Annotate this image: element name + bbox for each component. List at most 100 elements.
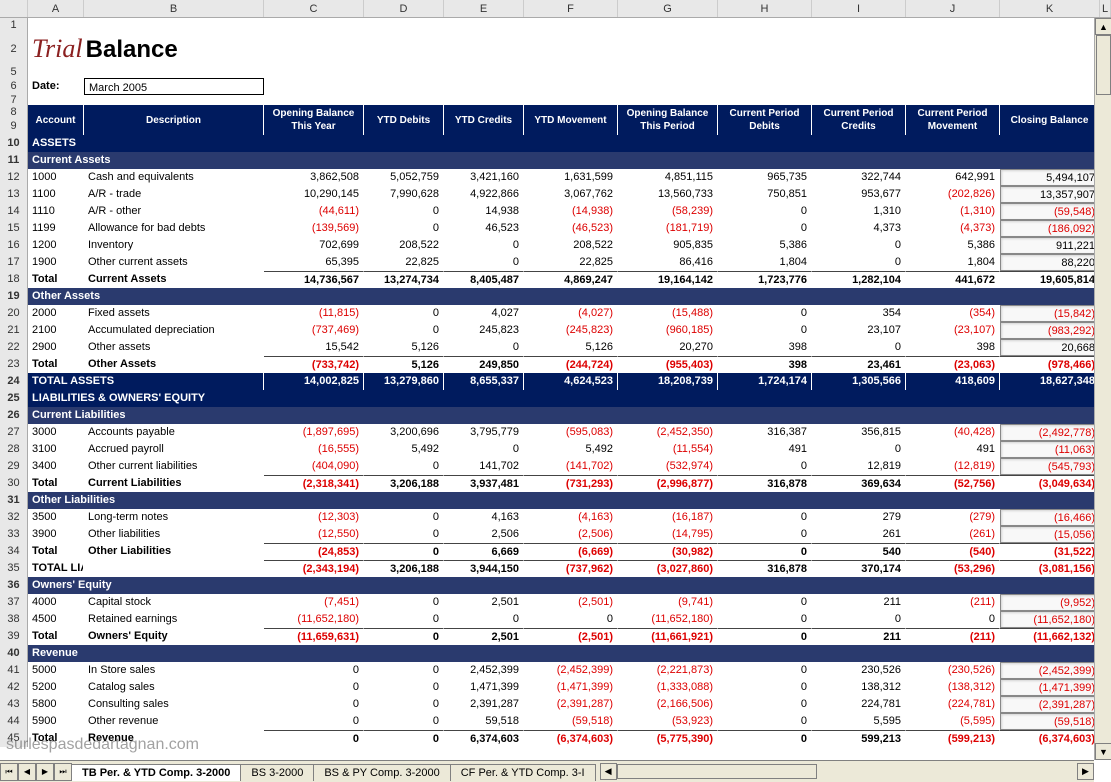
data-cell[interactable]: 1,282,104 [812,271,906,288]
data-cell[interactable]: (1,471,399) [1000,679,1100,696]
data-cell[interactable]: 0 [444,254,524,271]
data-cell[interactable]: (11,554) [618,441,718,458]
data-cell[interactable]: 702,699 [264,237,364,254]
data-cell[interactable]: 491 [906,441,1000,458]
data-cell[interactable]: 65,395 [264,254,364,271]
data-cell[interactable]: 540 [812,543,906,560]
data-cell[interactable]: 1,724,174 [718,373,812,390]
row-header[interactable]: 40 [0,645,28,662]
scroll-down-icon[interactable]: ▼ [1095,743,1111,760]
data-cell[interactable]: 0 [812,611,906,628]
data-cell[interactable]: 2,501 [444,594,524,611]
account-number[interactable]: 1200 [28,237,84,254]
data-cell[interactable]: (4,163) [524,509,618,526]
account-number[interactable]: 1110 [28,203,84,220]
account-number[interactable]: Total [28,628,84,645]
data-cell[interactable]: 0 [364,628,444,645]
data-cell[interactable]: 0 [718,696,812,713]
data-cell[interactable]: 0 [364,526,444,543]
tab-nav-prev-icon[interactable]: ◀ [18,763,36,781]
data-cell[interactable]: 398 [906,339,1000,356]
data-cell[interactable]: (211) [906,628,1000,645]
row-header[interactable]: 24 [0,373,28,390]
data-cell[interactable]: 0 [444,611,524,628]
row-header[interactable]: 17 [0,254,28,271]
data-cell[interactable]: (955,403) [618,356,718,373]
account-description[interactable] [84,560,264,577]
data-cell[interactable]: 3,795,779 [444,424,524,441]
row-header[interactable]: 27 [0,424,28,441]
data-cell[interactable]: 86,416 [618,254,718,271]
row-header[interactable]: 37 [0,594,28,611]
data-cell[interactable]: (11,662,132) [1000,628,1100,645]
account-number[interactable]: 4500 [28,611,84,628]
account-number[interactable]: 5000 [28,662,84,679]
data-cell[interactable]: 0 [364,611,444,628]
data-cell[interactable]: (15,056) [1000,526,1100,543]
row-header[interactable]: 11 [0,152,28,169]
data-cell[interactable]: 249,850 [444,356,524,373]
data-cell[interactable]: 19,164,142 [618,271,718,288]
data-cell[interactable]: 8,655,337 [444,373,524,390]
row-header[interactable]: 35 [0,560,28,577]
account-description[interactable]: Capital stock [84,594,264,611]
data-cell[interactable]: 0 [264,679,364,696]
data-cell[interactable]: (1,471,399) [524,679,618,696]
row-header[interactable]: 32 [0,509,28,526]
data-cell[interactable]: (9,952) [1000,594,1100,611]
data-cell[interactable]: 15,542 [264,339,364,356]
data-cell[interactable]: 0 [718,543,812,560]
account-description[interactable]: Other assets [84,339,264,356]
data-cell[interactable]: 316,387 [718,424,812,441]
row-header[interactable]: 15 [0,220,28,237]
data-cell[interactable]: 5,052,759 [364,169,444,186]
data-cell[interactable]: 0 [718,662,812,679]
data-cell[interactable]: (59,548) [1000,203,1100,220]
data-cell[interactable]: 3,206,188 [364,475,444,492]
data-cell[interactable]: 1,631,599 [524,169,618,186]
data-cell[interactable]: 0 [718,713,812,730]
data-cell[interactable]: (1,897,695) [264,424,364,441]
data-cell[interactable]: 5,126 [364,339,444,356]
data-cell[interactable]: 0 [718,322,812,339]
data-cell[interactable]: 208,522 [524,237,618,254]
data-cell[interactable]: (30,982) [618,543,718,560]
data-cell[interactable]: (6,374,603) [524,730,618,747]
row-header[interactable]: 31 [0,492,28,509]
data-cell[interactable]: 224,781 [812,696,906,713]
data-cell[interactable]: (230,526) [906,662,1000,679]
data-cell[interactable]: 3,067,762 [524,186,618,203]
scroll-thumb-horizontal[interactable] [617,764,817,779]
data-cell[interactable]: 0 [364,509,444,526]
data-cell[interactable]: 10,290,145 [264,186,364,203]
account-description[interactable]: Current Liabilities [84,475,264,492]
data-cell[interactable]: 1,471,399 [444,679,524,696]
data-cell[interactable]: 0 [364,662,444,679]
account-description[interactable]: Other current assets [84,254,264,271]
col-header-J[interactable]: J [906,0,1000,17]
row-header[interactable]: 26 [0,407,28,424]
data-cell[interactable]: (733,742) [264,356,364,373]
account-number[interactable]: 2100 [28,322,84,339]
data-cell[interactable]: 0 [718,509,812,526]
data-cell[interactable]: 5,386 [906,237,1000,254]
account-description[interactable]: Consulting sales [84,696,264,713]
row-header[interactable]: 5 [0,66,28,78]
data-cell[interactable]: 3,206,188 [364,560,444,577]
data-cell[interactable]: (14,795) [618,526,718,543]
data-cell[interactable]: (6,374,603) [1000,730,1100,747]
data-cell[interactable]: (211) [906,594,1000,611]
tab-nav-next-icon[interactable]: ▶ [36,763,54,781]
data-cell[interactable]: (11,652,180) [264,611,364,628]
data-cell[interactable]: (12,303) [264,509,364,526]
data-cell[interactable]: 316,878 [718,475,812,492]
data-cell[interactable]: 23,461 [812,356,906,373]
data-cell[interactable]: 3,944,150 [444,560,524,577]
account-description[interactable]: Other Assets [84,356,264,373]
row-header[interactable]: 30 [0,475,28,492]
col-header-F[interactable]: F [524,0,618,17]
data-cell[interactable]: 208,522 [364,237,444,254]
account-description[interactable]: Cash and equivalents [84,169,264,186]
row-header[interactable]: 38 [0,611,28,628]
account-number[interactable]: Total [28,475,84,492]
